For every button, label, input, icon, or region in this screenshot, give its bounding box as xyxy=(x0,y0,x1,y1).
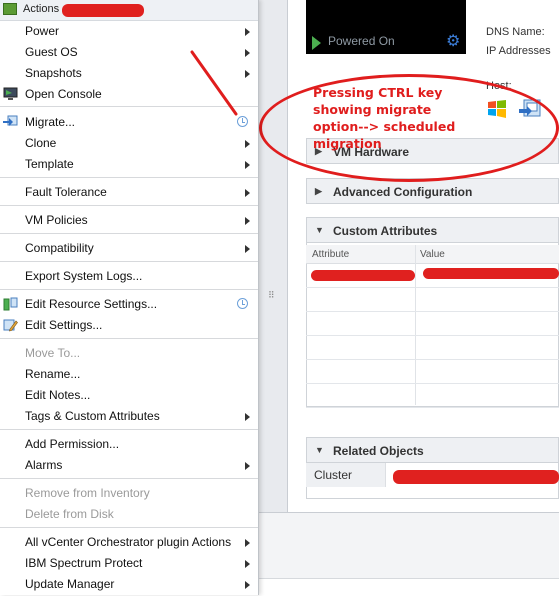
clock-icon[interactable] xyxy=(237,116,248,127)
custom-attributes-header: Attribute Value xyxy=(306,245,559,264)
chevron-right-icon xyxy=(245,217,250,225)
ip-addresses-label: IP Addresses xyxy=(486,45,551,57)
menu-item-edit-notes[interactable]: Edit Notes... xyxy=(0,385,258,406)
menu-separator xyxy=(0,338,258,339)
table-row xyxy=(306,336,559,360)
menu-item-vcenter-orchestrator-actions[interactable]: All vCenter Orchestrator plugin Actions xyxy=(0,532,258,553)
table-row xyxy=(306,312,559,336)
menu-item-template[interactable]: Template xyxy=(0,154,258,175)
resource-settings-icon xyxy=(3,297,18,311)
redacted-cluster xyxy=(393,470,559,484)
chevron-right-icon xyxy=(245,49,250,57)
value-column-header[interactable]: Value xyxy=(420,249,445,260)
menu-item-snapshots[interactable]: Snapshots xyxy=(0,63,258,84)
menu-item-remove-from-inventory: Remove from Inventory xyxy=(25,486,150,500)
menu-item-power[interactable]: Power xyxy=(0,21,258,42)
collapse-icon: ▼ xyxy=(315,225,324,235)
migrate-icon xyxy=(3,115,18,126)
edit-settings-icon xyxy=(3,319,18,332)
chevron-right-icon xyxy=(245,539,250,547)
menu-item-compatibility[interactable]: Compatibility xyxy=(0,238,258,259)
menu-separator xyxy=(0,205,258,206)
section-title: Related Objects xyxy=(333,444,424,458)
menu-item-ibm-spectrum-protect[interactable]: IBM Spectrum Protect xyxy=(0,553,258,574)
chevron-right-icon xyxy=(245,245,250,253)
chevron-right-icon xyxy=(245,70,250,78)
menu-item-add-permission[interactable]: Add Permission... xyxy=(0,434,258,455)
expand-icon: ▶ xyxy=(315,186,322,196)
chevron-right-icon xyxy=(245,161,250,169)
menu-item-vm-policies[interactable]: VM Policies xyxy=(0,210,258,231)
splitter-handle[interactable]: ⠿ xyxy=(268,290,275,301)
menu-item-delete-from-disk: Delete from Disk xyxy=(25,507,114,521)
menu-item-move-to: Move To... xyxy=(25,346,81,360)
chevron-right-icon xyxy=(245,189,250,197)
menu-item-rename[interactable]: Rename... xyxy=(0,364,258,385)
redacted-value xyxy=(423,268,559,279)
table-row xyxy=(306,360,559,384)
menu-item-fault-tolerance[interactable]: Fault Tolerance xyxy=(0,182,258,203)
chevron-right-icon xyxy=(245,413,250,421)
menu-item-export-system-logs[interactable]: Export System Logs... xyxy=(0,266,258,287)
menu-separator xyxy=(0,429,258,430)
vm-console-thumbnail[interactable]: Powered On ⚙ xyxy=(306,0,466,54)
tasks-strip xyxy=(258,578,559,596)
menu-separator xyxy=(0,527,258,528)
table-row xyxy=(306,288,559,312)
dns-name-label: DNS Name: xyxy=(486,26,545,38)
advanced-configuration-section[interactable]: ▶ Advanced Configuration xyxy=(306,178,559,204)
menu-separator xyxy=(0,478,258,479)
chevron-right-icon xyxy=(245,560,250,568)
menu-item-open-console[interactable]: Open Console xyxy=(0,84,258,105)
menu-separator xyxy=(0,261,258,262)
power-on-icon xyxy=(312,36,321,50)
gear-icon[interactable]: ⚙ xyxy=(446,34,460,50)
menu-item-update-manager[interactable]: Update Manager xyxy=(0,574,258,595)
power-state: Powered On xyxy=(328,34,395,48)
menu-item-guest-os[interactable]: Guest OS xyxy=(0,42,258,63)
chevron-right-icon xyxy=(245,140,250,148)
chevron-right-icon xyxy=(245,581,250,589)
menu-item-migrate[interactable]: Migrate... xyxy=(0,112,258,133)
redacted-attribute xyxy=(311,270,415,281)
menu-item-alarms[interactable]: Alarms xyxy=(0,455,258,476)
clock-icon[interactable] xyxy=(237,298,248,309)
menu-item-clone[interactable]: Clone xyxy=(0,133,258,154)
custom-attributes-section[interactable]: ▼ Custom Attributes xyxy=(306,217,559,243)
annotation-text: Pressing CTRL key showing migrate option… xyxy=(313,85,456,151)
actions-context-menu: Actions - Power Guest OS Snapshots Open … xyxy=(0,0,259,595)
attribute-column-header[interactable]: Attribute xyxy=(312,249,349,260)
redacted-vm-name xyxy=(62,4,144,17)
related-objects-section[interactable]: ▼ Related Objects xyxy=(306,437,559,463)
console-icon xyxy=(3,87,18,100)
cluster-row-label: Cluster xyxy=(306,463,386,487)
section-title: Custom Attributes xyxy=(333,224,438,238)
chevron-right-icon xyxy=(245,28,250,36)
menu-header-label: Actions - xyxy=(23,3,66,15)
menu-separator xyxy=(0,289,258,290)
menu-item-edit-resource-settings[interactable]: Edit Resource Settings... xyxy=(0,294,258,315)
menu-separator xyxy=(0,177,258,178)
menu-item-tags-custom-attributes[interactable]: Tags & Custom Attributes xyxy=(0,406,258,427)
menu-separator xyxy=(0,106,258,107)
menu-separator xyxy=(0,233,258,234)
vm-icon xyxy=(3,3,17,15)
collapse-icon: ▼ xyxy=(315,445,324,455)
table-row xyxy=(306,384,559,408)
chevron-right-icon xyxy=(245,462,250,470)
menu-item-edit-settings[interactable]: Edit Settings... xyxy=(0,315,258,336)
section-title: Advanced Configuration xyxy=(333,185,473,199)
